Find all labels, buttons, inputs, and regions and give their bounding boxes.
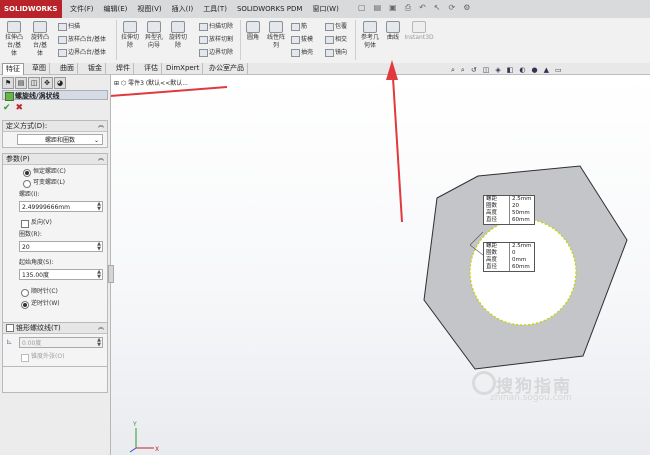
spin-arrows-icon[interactable]: ▲ ▼ [97, 338, 101, 348]
property-manager: ⚑ ▤ ◫ ✥ ◕ 螺旋线/涡状线 ✔ ✖ 定义方式(D): ︽ 螺距和圈数 ⌄ 参… [0, 75, 114, 455]
panel-splitter-handle[interactable] [108, 265, 114, 283]
watermark-url: zhinan.sogou.com [490, 393, 572, 403]
callout-value[interactable]: 0 [510, 250, 534, 257]
y-axis-label: Y [132, 421, 137, 428]
z-axis-line [129, 447, 137, 453]
parameters-header[interactable]: 参数(P) ︽ [3, 154, 107, 165]
callout-label: 螺距 [484, 196, 510, 203]
helix-callout-start[interactable]: 螺距 2.5mm 圈数 20 高度 50mm 直径 60mm [483, 195, 535, 225]
annotation-arrow [109, 86, 228, 97]
callout-label: 高度 [484, 210, 510, 217]
callout-value[interactable]: 50mm [510, 210, 534, 217]
spin-arrows-icon[interactable]: ▲ ▼ [97, 270, 101, 280]
taper-helix-checkbox[interactable] [6, 324, 14, 332]
display-manager-tab-icon[interactable]: ◕ [54, 77, 66, 89]
callout-label: 圈数 [484, 250, 510, 257]
ok-cancel-group: ✔ ✖ [3, 103, 23, 113]
callout-label: 圈数 [484, 203, 510, 210]
define-by-group: 定义方式(D): ︽ 螺距和圈数 ⌄ [2, 120, 108, 148]
counterclockwise-label: 逆时针(W) [31, 300, 60, 307]
variable-pitch-label: 可变螺距(L) [33, 179, 66, 186]
callout-label: 直径 [484, 264, 510, 271]
pitch-label: 螺距(I): [19, 191, 40, 198]
callout-value[interactable]: 2.5mm [510, 243, 534, 250]
annotation-arrowhead [386, 60, 398, 80]
chevron-down-icon: ⌄ [93, 137, 99, 144]
helix-callout-end[interactable]: 螺距 2.5mm 圈数 0 高度 0mm 直径 60mm [483, 242, 535, 272]
taper-angle-icon: ⊾ [6, 337, 13, 346]
manager-tabs: ⚑ ▤ ◫ ✥ ◕ [2, 77, 66, 89]
spin-arrows-icon[interactable]: ▲ ▼ [97, 242, 101, 252]
revolutions-input[interactable]: 20 ▲ ▼ [19, 241, 103, 252]
constant-pitch-radio[interactable] [23, 169, 31, 177]
taper-angle-input[interactable]: 0.00度 ▲ ▼ [19, 337, 103, 348]
variable-pitch-radio[interactable] [23, 180, 31, 188]
callout-value[interactable]: 2.5mm [510, 196, 534, 203]
define-by-header[interactable]: 定义方式(D): ︽ [3, 121, 107, 132]
revolutions-label: 圈数(R): [19, 231, 42, 238]
taper-helix-header[interactable]: 锥形螺纹线(T) ︽ [3, 323, 107, 334]
collapse-icon[interactable]: ︽ [98, 121, 104, 131]
dimxpert-manager-tab-icon[interactable]: ✥ [41, 77, 53, 89]
watermark-logo [472, 371, 496, 395]
spin-arrows-icon[interactable]: ▲ ▼ [97, 202, 101, 212]
reverse-label: 反向(V) [31, 219, 52, 226]
helix-feature-title: 螺旋线/涡状线 [2, 90, 108, 101]
constant-pitch-label: 恒定螺距(C) [33, 168, 66, 175]
taper-outward-label: 锥度外张(O) [31, 353, 65, 360]
feature-manager-tab-icon[interactable]: ⚑ [2, 77, 14, 89]
clockwise-label: 顺时针(C) [31, 288, 58, 295]
property-manager-tab-icon[interactable]: ▤ [15, 77, 27, 89]
clockwise-radio[interactable] [21, 289, 29, 297]
reverse-checkbox[interactable] [21, 220, 29, 228]
start-angle-label: 起始角度(S): [19, 259, 54, 266]
annotation-arrow [392, 77, 403, 223]
taper-helix-group: 锥形螺纹线(T) ︽ ⊾ 0.00度 ▲ ▼ 锥度外张(O) [2, 322, 108, 367]
helix-circle[interactable] [469, 218, 577, 326]
config-manager-tab-icon[interactable]: ◫ [28, 77, 40, 89]
counterclockwise-radio[interactable] [21, 301, 29, 309]
callout-label: 直径 [484, 217, 510, 224]
ok-check-icon[interactable]: ✔ [3, 103, 11, 113]
taper-outward-checkbox[interactable] [21, 354, 29, 362]
callout-label: 螺距 [484, 243, 510, 250]
callout-label: 高度 [484, 257, 510, 264]
pitch-input[interactable]: 2.49999666mm ▲ ▼ [19, 201, 103, 212]
cancel-x-icon[interactable]: ✖ [16, 103, 24, 113]
start-angle-input[interactable]: 135.00度 ▲ ▼ [19, 269, 103, 280]
callout-value[interactable]: 60mm [510, 264, 534, 271]
define-by-select[interactable]: 螺距和圈数 ⌄ [17, 134, 103, 145]
x-axis-label: X [155, 446, 159, 453]
callout-value[interactable]: 60mm [510, 217, 534, 224]
collapse-icon[interactable]: ︽ [98, 154, 104, 164]
callout-value[interactable]: 0mm [510, 257, 534, 264]
callout-value[interactable]: 20 [510, 203, 534, 210]
collapse-icon[interactable]: ︽ [98, 323, 104, 333]
